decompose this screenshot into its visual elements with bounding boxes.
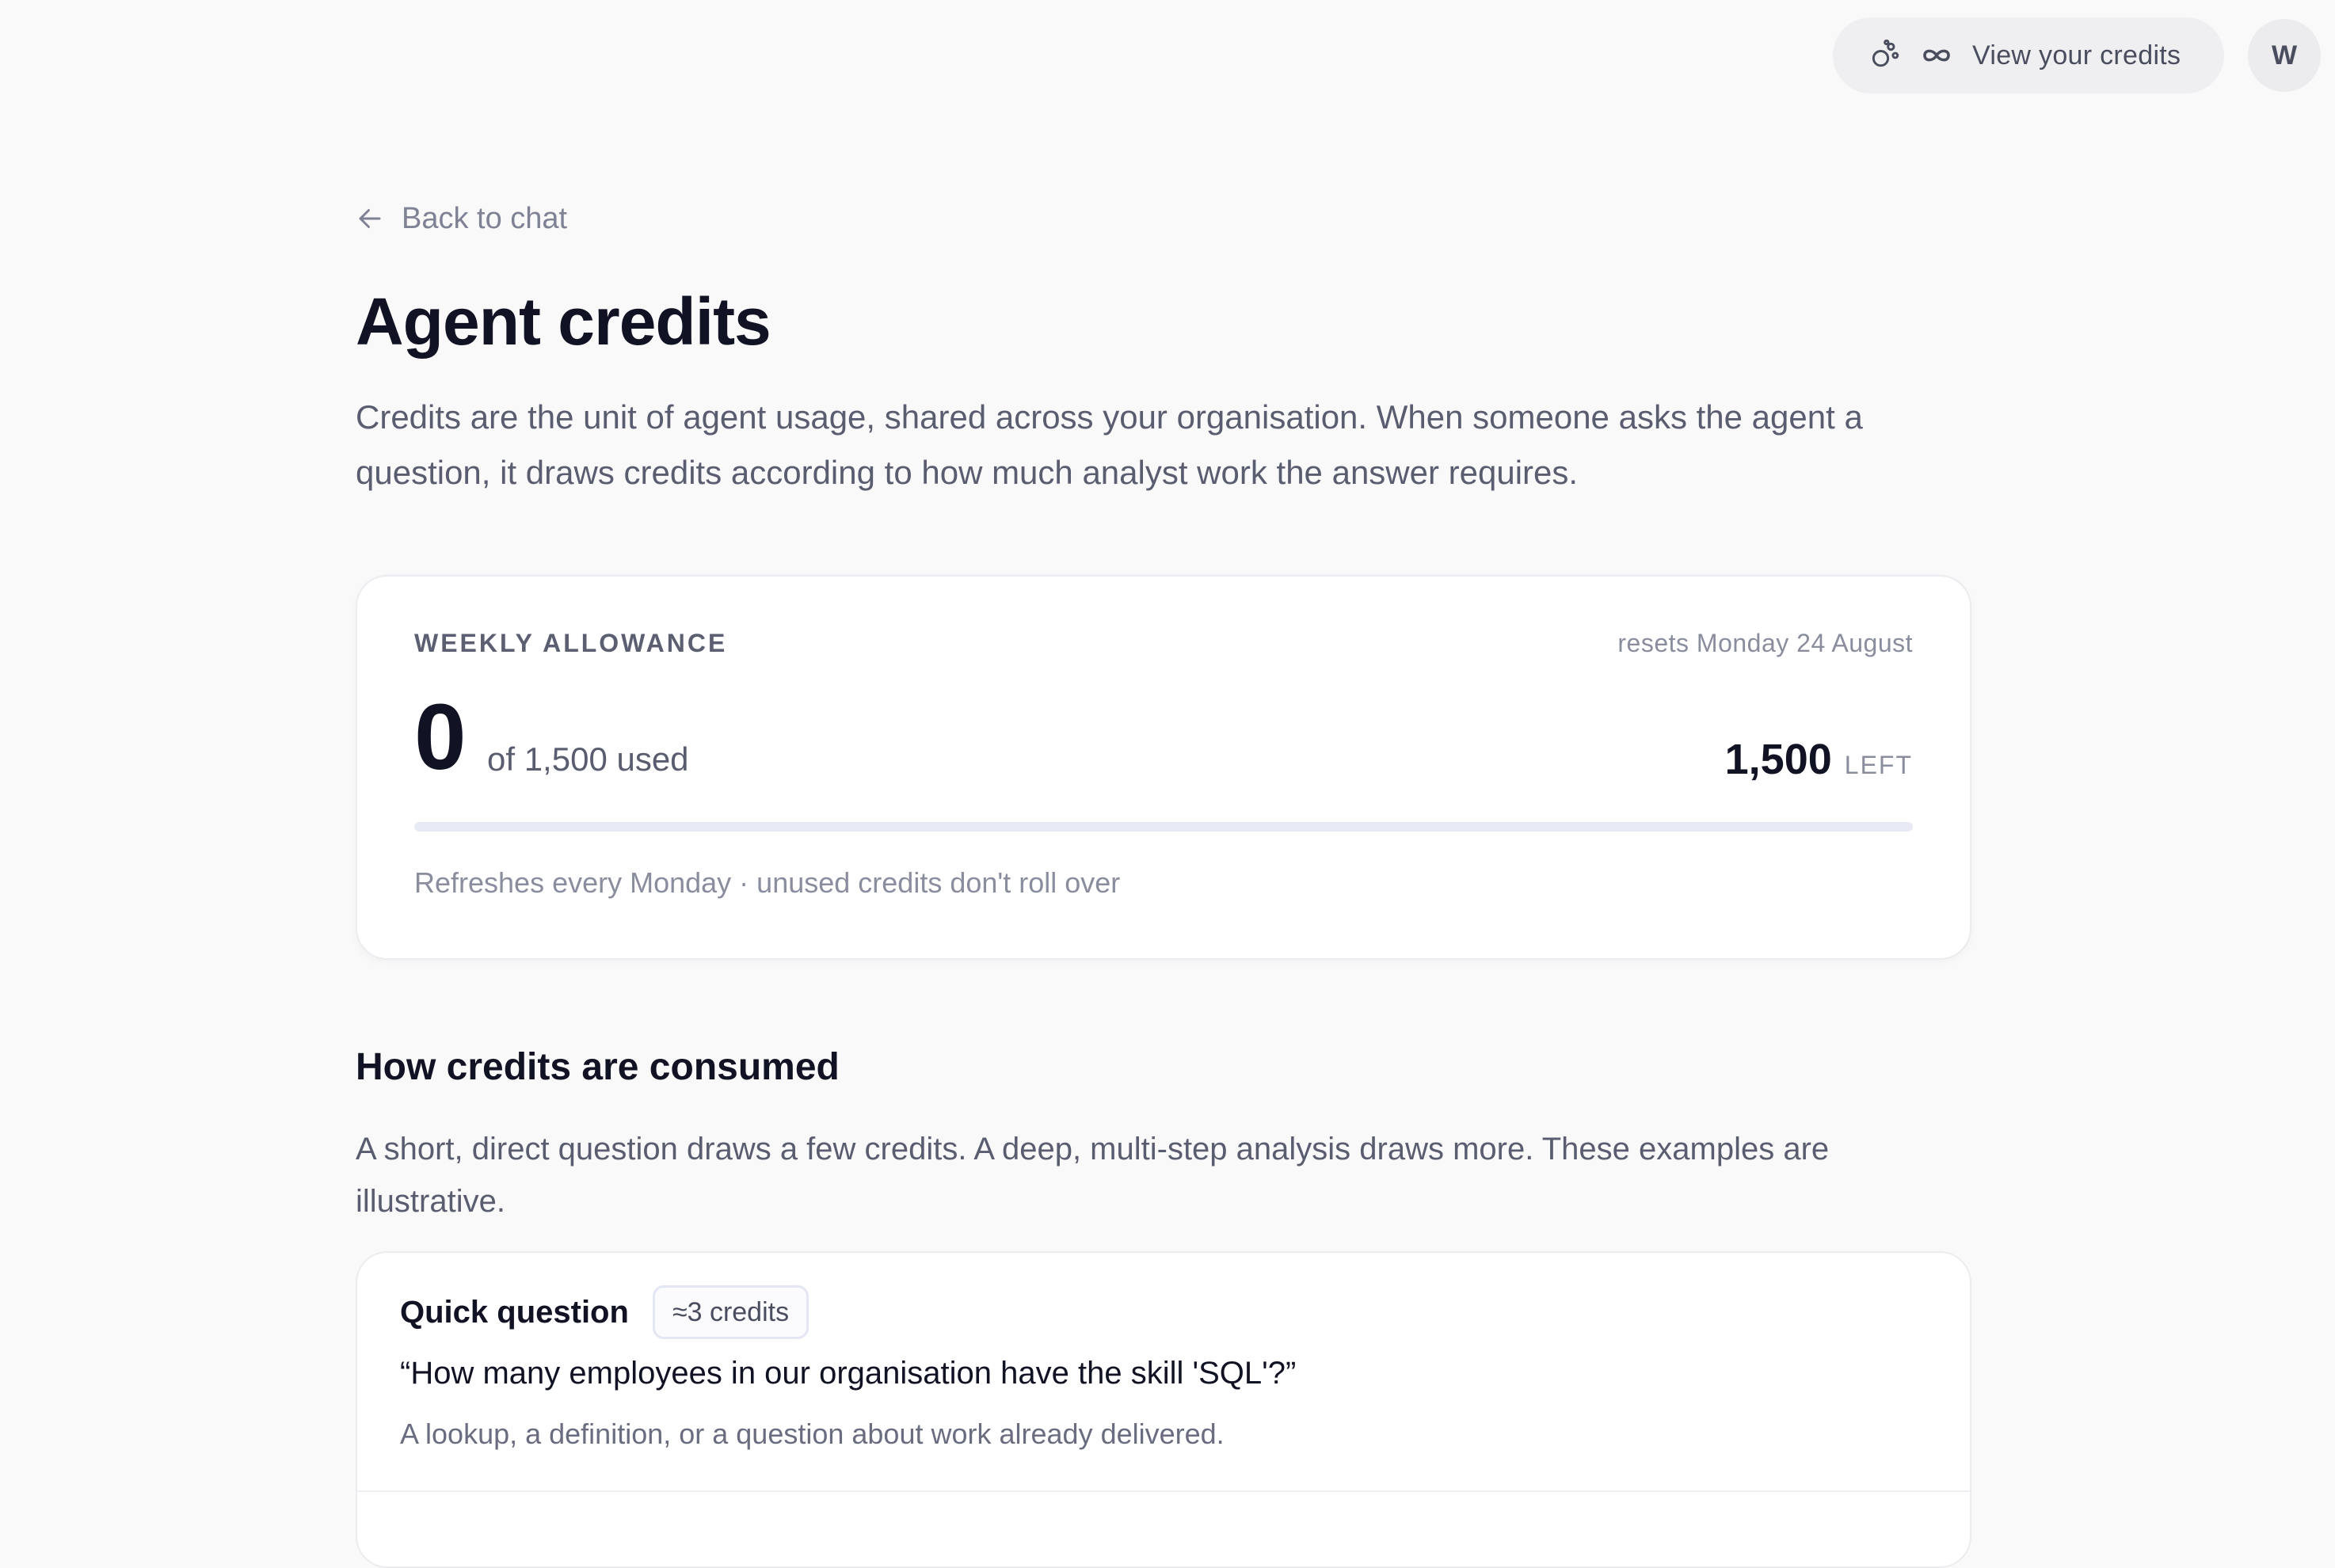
back-to-chat-label: Back to chat bbox=[402, 201, 568, 235]
allowance-label: WEEKLY ALLOWANCE bbox=[414, 629, 728, 657]
example-header: Quick question ≈3 credits bbox=[400, 1284, 809, 1340]
example-note: A lookup, a definition, or a question ab… bbox=[400, 1418, 1225, 1450]
example-title: Quick question bbox=[400, 1294, 629, 1330]
credits-left: 1,500 LEFT bbox=[1438, 735, 1913, 784]
agent-icon bbox=[1872, 39, 1899, 67]
credit-cost-badge: ≈3 credits bbox=[652, 1285, 809, 1339]
infinity-icon bbox=[1923, 49, 1950, 62]
section-title: How credits are consumed bbox=[356, 1046, 840, 1088]
usage-progress-bar bbox=[414, 822, 1913, 832]
view-credits-label: View your credits bbox=[1972, 40, 2181, 70]
page-title: Agent credits bbox=[356, 284, 771, 359]
credits-left-value: 1,500 bbox=[1724, 736, 1832, 783]
section-description: A short, direct question draws a few cre… bbox=[356, 1132, 1830, 1219]
divider bbox=[357, 1490, 1970, 1492]
refresh-note: Refreshes every Monday · unused credits … bbox=[414, 866, 1121, 899]
view-credits-button[interactable]: View your credits bbox=[1833, 17, 2224, 93]
credits-total-label: of 1,500 used bbox=[487, 740, 689, 778]
page-description: Credits are the unit of agent usage, sha… bbox=[356, 398, 1863, 491]
avatar[interactable]: W bbox=[2248, 19, 2321, 92]
credits-used-value: 0 bbox=[414, 685, 467, 790]
arrow-left-icon bbox=[359, 209, 381, 228]
reset-date: resets Monday 24 August bbox=[1617, 629, 1913, 657]
example-question: “How many employees in our organisation … bbox=[400, 1356, 1297, 1391]
back-to-chat-link[interactable]: Back to chat bbox=[356, 198, 567, 239]
top-bar: View your credits W bbox=[0, 0, 2335, 111]
credits-left-label: LEFT bbox=[1844, 751, 1913, 779]
